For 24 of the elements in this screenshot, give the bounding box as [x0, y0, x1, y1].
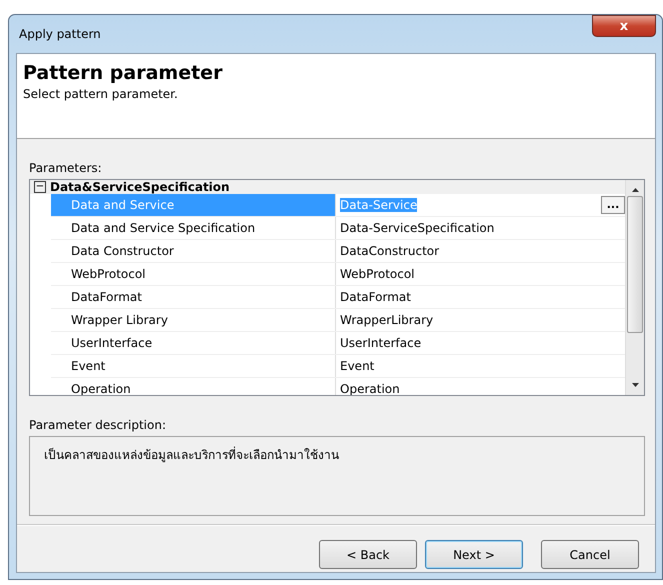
- scroll-down-icon[interactable]: [630, 381, 640, 389]
- description-label: Parameter description:: [29, 418, 168, 432]
- wizard-button[interactable]: Cancel: [541, 540, 639, 569]
- parameters-label: Parameters:: [29, 161, 103, 175]
- wizard-button[interactable]: < Back: [319, 540, 417, 569]
- close-button[interactable]: x: [592, 15, 656, 37]
- property-value[interactable]: Data-ServiceSpecification: [340, 221, 494, 235]
- property-value[interactable]: UserInterface: [340, 336, 422, 350]
- scroll-up-icon[interactable]: [630, 186, 640, 194]
- description-text: เป็นคลาสของแหล่งข้อมูลและบริการที่จะเลือกนำมาใช้งาน: [29, 436, 645, 516]
- window-title: Apply pattern: [18, 27, 101, 41]
- scroll-thumb[interactable]: [627, 196, 643, 333]
- page-title: Pattern parameter: [23, 62, 224, 84]
- scrollbar[interactable]: [625, 180, 644, 395]
- wizard-button[interactable]: Next >: [425, 540, 523, 569]
- property-value[interactable]: DataConstructor: [340, 244, 440, 258]
- property-value[interactable]: DataFormat: [340, 290, 411, 304]
- category-name: Data&ServiceSpecification: [50, 180, 230, 194]
- property-value[interactable]: WebProtocol: [340, 267, 415, 281]
- property-value[interactable]: Event: [340, 359, 374, 373]
- page-subtitle: Select pattern parameter.: [23, 87, 179, 101]
- collapse-toggle[interactable]: −: [34, 181, 46, 193]
- browse-button[interactable]: ...: [601, 196, 625, 214]
- property-value[interactable]: WrapperLibrary: [340, 313, 434, 327]
